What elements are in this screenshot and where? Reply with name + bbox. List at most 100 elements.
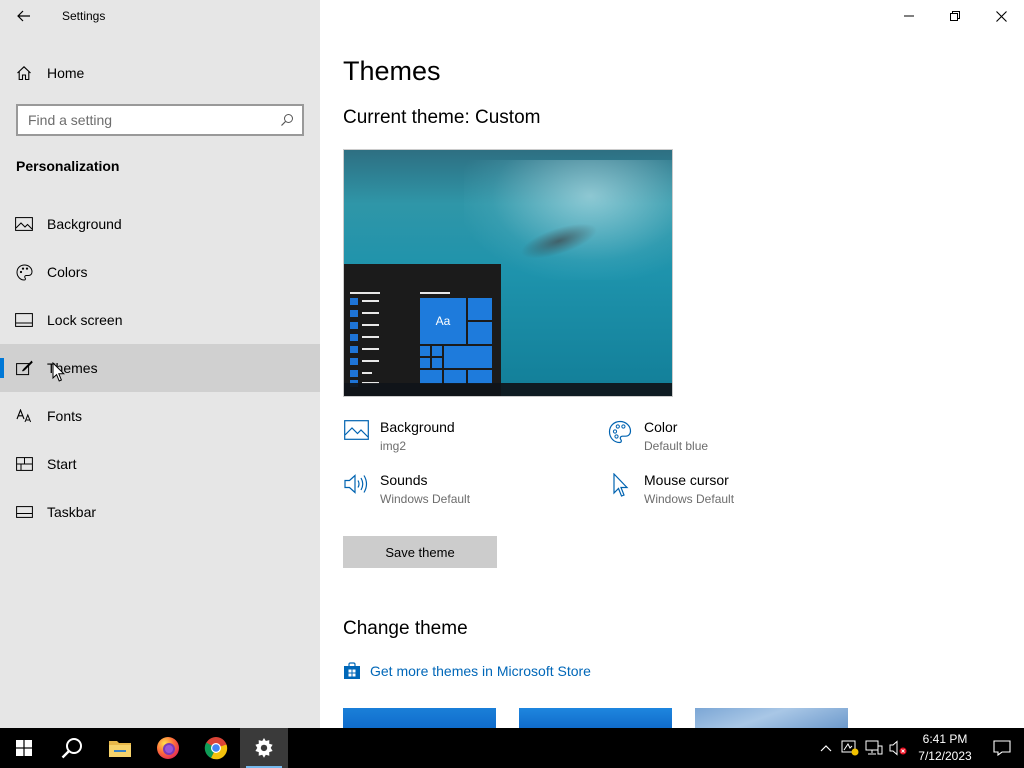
section-title: Personalization [16, 158, 120, 174]
gear-icon [255, 738, 273, 758]
search-icon [61, 738, 82, 759]
speaker-icon [343, 471, 369, 497]
theme-thumbnail[interactable] [695, 708, 848, 728]
property-value: Windows Default [380, 492, 471, 506]
theme-mouse-cursor-setting[interactable]: Mouse cursor Windows Default [607, 471, 847, 511]
sidebar-item-label: Lock screen [47, 312, 123, 328]
save-theme-button[interactable]: Save theme [343, 536, 497, 568]
property-value: Default blue [644, 439, 709, 453]
theme-thumbnails [343, 708, 871, 728]
minimize-button[interactable] [886, 0, 932, 32]
back-arrow-icon [17, 10, 30, 22]
taskbar-clock[interactable]: 6:41 PM 7/12/2023 [910, 731, 980, 765]
security-tray-button[interactable] [838, 728, 862, 768]
store-bag-icon [344, 662, 360, 679]
clock-date: 7/12/2023 [918, 749, 972, 763]
preview-tile-aa: Aa [420, 298, 466, 344]
taskbar-search-button[interactable] [48, 728, 96, 768]
security-warning-icon [841, 740, 859, 756]
taskbar-file-explorer[interactable] [96, 728, 144, 768]
home-icon [15, 64, 33, 82]
microsoft-store-link[interactable]: Get more themes in Microsoft Store [343, 662, 591, 680]
sidebar-item-label: Home [47, 65, 85, 81]
mouse-pointer-icon [52, 362, 66, 382]
restore-icon [950, 11, 960, 21]
palette-icon [15, 263, 33, 281]
cursor-icon [607, 471, 633, 497]
main-content: Themes Current theme: Custom Aa Backgrou… [320, 0, 1024, 728]
network-tray-button[interactable] [862, 728, 886, 768]
network-icon [865, 740, 883, 755]
taskbar-icon [15, 503, 33, 521]
action-center-button[interactable] [980, 728, 1024, 768]
font-icon [15, 407, 33, 425]
theme-thumbnail[interactable] [519, 708, 672, 728]
picture-icon [343, 418, 369, 444]
search-box [16, 104, 304, 136]
taskbar-firefox[interactable] [144, 728, 192, 768]
sidebar-item-colors[interactable]: Colors [0, 248, 320, 296]
folder-icon [109, 741, 131, 757]
taskbar-settings[interactable] [240, 728, 288, 768]
theme-background-setting[interactable]: Background img2 [343, 418, 583, 458]
brush-icon [15, 359, 33, 377]
page-title: Themes [343, 56, 441, 86]
property-label: Color [644, 419, 678, 435]
sidebar-item-label: Background [47, 216, 122, 232]
sidebar-item-start[interactable]: Start [0, 440, 320, 488]
change-theme-heading: Change theme [343, 618, 468, 639]
preview-start-menu: Aa [344, 264, 501, 396]
restore-button[interactable] [932, 0, 978, 32]
property-label: Mouse cursor [644, 472, 729, 488]
sidebar-item-background[interactable]: Background [0, 200, 320, 248]
theme-preview: Aa [343, 149, 673, 397]
chrome-icon [204, 737, 228, 760]
property-value: Windows Default [644, 492, 735, 506]
palette-icon [607, 418, 633, 444]
taskbar-chrome[interactable] [192, 728, 240, 768]
minimize-icon [904, 15, 914, 17]
sidebar-item-taskbar[interactable]: Taskbar [0, 488, 320, 536]
theme-color-setting[interactable]: Color Default blue [607, 418, 847, 458]
picture-icon [15, 215, 33, 233]
sidebar-item-label: Colors [47, 264, 88, 280]
close-icon [995, 10, 1007, 22]
notification-icon [993, 740, 1011, 756]
back-button[interactable] [10, 4, 38, 28]
property-label: Background [380, 419, 455, 435]
close-button[interactable] [978, 0, 1024, 32]
firefox-icon [157, 737, 179, 759]
settings-sidebar: Settings Home Personalization Background… [0, 0, 320, 728]
theme-thumbnail[interactable] [343, 708, 496, 728]
property-label: Sounds [380, 472, 428, 488]
property-value: img2 [380, 439, 407, 453]
sidebar-item-home[interactable]: Home [0, 56, 320, 90]
personalization-nav: Background Colors Lock screen Themes Fon… [0, 200, 320, 536]
windows-logo-icon [16, 740, 32, 756]
start-layout-icon [15, 455, 33, 473]
volume-tray-button[interactable] [886, 728, 910, 768]
search-icon[interactable] [280, 113, 294, 127]
windows-taskbar: 6:41 PM 7/12/2023 [0, 728, 1024, 768]
sidebar-item-themes[interactable]: Themes [0, 344, 320, 392]
sidebar-item-fonts[interactable]: Fonts [0, 392, 320, 440]
volume-muted-icon [889, 740, 907, 756]
theme-sounds-setting[interactable]: Sounds Windows Default [343, 471, 583, 511]
sidebar-item-lock-screen[interactable]: Lock screen [0, 296, 320, 344]
store-link-label: Get more themes in Microsoft Store [370, 663, 591, 679]
lock-screen-icon [15, 311, 33, 329]
window-controls [886, 0, 1024, 32]
current-theme-heading: Current theme: Custom [343, 107, 541, 128]
preview-taskbar [344, 383, 672, 396]
search-input[interactable] [18, 112, 268, 128]
show-hidden-icons-button[interactable] [814, 728, 838, 768]
system-tray: 6:41 PM 7/12/2023 [814, 728, 1024, 768]
app-title: Settings [62, 9, 106, 23]
sidebar-item-label: Fonts [47, 408, 83, 424]
sidebar-item-label: Start [47, 456, 77, 472]
start-button[interactable] [0, 728, 48, 768]
title-bar: Settings [0, 0, 320, 32]
preview-light [464, 160, 672, 280]
sidebar-item-label: Taskbar [47, 504, 97, 520]
clock-time: 6:41 PM [922, 732, 968, 746]
